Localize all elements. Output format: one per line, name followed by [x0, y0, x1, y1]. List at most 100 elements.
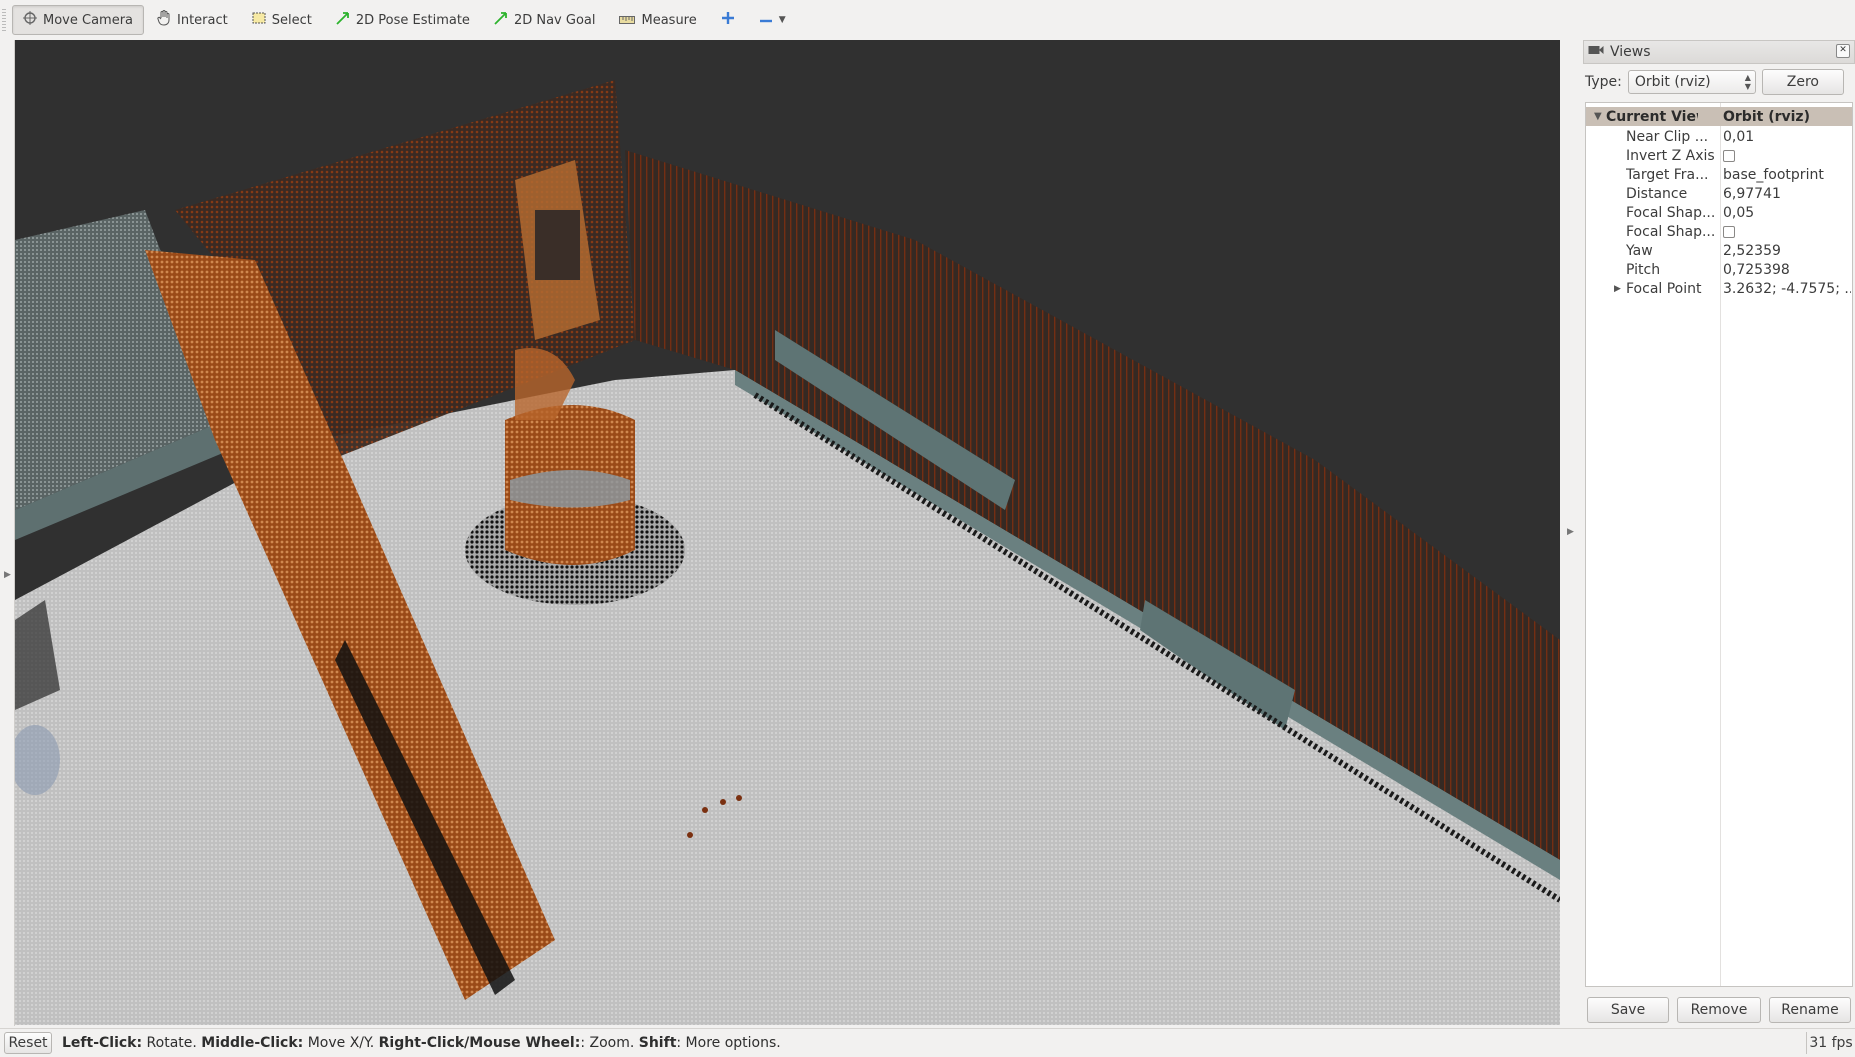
rename-button-label: Rename: [1781, 1002, 1839, 1018]
hint-key: Left-Click:: [62, 1035, 143, 1051]
measure-label: Measure: [641, 12, 697, 28]
views-button-row: Save Remove Rename: [1585, 997, 1853, 1023]
property-row-invert-z[interactable]: Invert Z Axis: [1586, 146, 1852, 165]
property-name: Invert Z Axis: [1626, 147, 1715, 164]
current-view-label: Current View: [1606, 108, 1698, 125]
expand-right-icon[interactable]: ▶: [1614, 284, 1621, 294]
views-panel: Views ✕ Type: Orbit (rviz) ▲ ▼ Zero ▼ Cur…: [1583, 40, 1855, 1026]
spin-arrows-icon: ▲ ▼: [1744, 73, 1751, 91]
interact-tool[interactable]: Interact: [146, 5, 239, 35]
property-value[interactable]: 2,52359: [1723, 243, 1851, 259]
panel-splitter[interactable]: ▶: [1560, 40, 1582, 1026]
property-name: Focal Point: [1626, 280, 1702, 297]
main-toolbar: Move Camera Interact Select 2D Pose Esti…: [0, 0, 1855, 40]
view-type-select[interactable]: Orbit (rviz) ▲ ▼: [1627, 70, 1756, 94]
move-camera-label: Move Camera: [43, 12, 134, 28]
expand-down-icon[interactable]: ▼: [1594, 111, 1602, 122]
select-rect-icon: [252, 12, 266, 28]
property-name: Distance: [1626, 185, 1688, 202]
hand-icon: [157, 10, 171, 30]
property-row-focal-shape-size[interactable]: Focal Shap... 0,05: [1586, 203, 1852, 222]
toolbar-grip[interactable]: [2, 9, 6, 31]
minus-icon: [759, 13, 773, 28]
doorway-opening: [535, 210, 580, 280]
close-icon[interactable]: ✕: [1836, 44, 1850, 58]
property-row-distance[interactable]: Distance 6,97741: [1586, 184, 1852, 203]
hint-key: Middle-Click:: [201, 1035, 304, 1051]
interact-label: Interact: [177, 12, 228, 28]
property-name: Target Fra...: [1626, 166, 1709, 183]
move-camera-icon: [23, 11, 37, 29]
focal-shape-checkbox[interactable]: [1723, 225, 1735, 238]
fps-counter: 31 fps: [1806, 1032, 1855, 1054]
remove-tool-button[interactable]: ▼: [748, 5, 797, 35]
camera-icon: [1588, 44, 1604, 60]
debris-point: [720, 799, 726, 805]
property-value[interactable]: 0,725398: [1723, 262, 1851, 278]
property-name: Focal Shap...: [1626, 204, 1716, 221]
select-label: Select: [271, 12, 312, 28]
render-viewport[interactable]: [15, 40, 1560, 1025]
hint-action: Rotate.: [142, 1035, 202, 1051]
measure-tool[interactable]: Measure: [608, 5, 707, 35]
nav-goal-tool[interactable]: 2D Nav Goal: [483, 5, 607, 35]
debris-point: [736, 795, 742, 801]
zero-button[interactable]: Zero: [1761, 69, 1844, 95]
views-panel-title: Views: [1610, 44, 1651, 60]
pose-estimate-tool[interactable]: 2D Pose Estimate: [325, 5, 481, 35]
zero-button-label: Zero: [1786, 74, 1819, 90]
save-button-label: Save: [1610, 1002, 1646, 1018]
tree-header-current-view[interactable]: ▼ Current View Orbit (rviz): [1586, 107, 1852, 126]
select-tool[interactable]: Select: [241, 5, 323, 35]
mouse-hint-text: Left-Click: Rotate. Middle-Click: Move X…: [62, 1035, 781, 1051]
plus-icon: [721, 11, 735, 29]
property-value[interactable]: 0,05: [1723, 205, 1851, 221]
reset-button-label: Reset: [8, 1035, 48, 1051]
hint-action: : More options.: [676, 1035, 781, 1051]
pose-arrow-icon: [336, 11, 350, 29]
pose-estimate-label: 2D Pose Estimate: [355, 12, 470, 28]
collapse-right-icon[interactable]: ▶: [1567, 527, 1574, 537]
property-name: Near Clip ...: [1626, 128, 1709, 145]
hint-action: : Zoom.: [580, 1035, 639, 1051]
ruler-icon: [619, 13, 636, 28]
views-panel-title-bar[interactable]: Views ✕: [1583, 40, 1855, 64]
chevron-down-icon: ▼: [778, 15, 786, 25]
property-value[interactable]: 0,01: [1723, 129, 1851, 145]
property-name: Yaw: [1626, 242, 1653, 259]
debris-point: [702, 807, 708, 813]
property-row-yaw[interactable]: Yaw 2,52359: [1586, 241, 1852, 260]
type-label: Type:: [1585, 74, 1622, 90]
remove-button[interactable]: Remove: [1677, 997, 1761, 1023]
property-value[interactable]: base_footprint: [1723, 167, 1851, 183]
property-row-focal-shape-fixed[interactable]: Focal Shap...: [1586, 222, 1852, 241]
point-cloud-scene: [15, 80, 1560, 1025]
collapse-left-icon[interactable]: ▶: [4, 570, 11, 580]
reset-button[interactable]: Reset: [4, 1032, 52, 1054]
hint-action: Move X/Y.: [303, 1035, 379, 1051]
status-bar: Reset Left-Click: Rotate. Middle-Click: …: [0, 1028, 1855, 1057]
property-value[interactable]: 6,97741: [1723, 186, 1851, 202]
property-row-near-clip[interactable]: Near Clip ... 0,01: [1586, 127, 1852, 146]
view-type-row: Type: Orbit (rviz) ▲ ▼ Zero: [1583, 64, 1855, 100]
cylinder-band: [510, 470, 630, 508]
hint-key: Right-Click/Mouse Wheel:: [378, 1035, 581, 1051]
remove-button-label: Remove: [1690, 1002, 1748, 1018]
add-tool-button[interactable]: [710, 5, 746, 35]
rename-button[interactable]: Rename: [1769, 997, 1851, 1023]
hint-key: Shift: [638, 1035, 677, 1051]
left-dock-strip[interactable]: ▶: [0, 40, 15, 1026]
save-button[interactable]: Save: [1587, 997, 1669, 1023]
current-view-value: Orbit (rviz): [1723, 108, 1810, 125]
nav-goal-label: 2D Nav Goal: [513, 12, 596, 28]
property-row-pitch[interactable]: Pitch 0,725398: [1586, 260, 1852, 279]
move-camera-tool[interactable]: Move Camera: [12, 5, 145, 35]
invert-z-checkbox[interactable]: [1723, 149, 1735, 162]
property-row-target-frame[interactable]: Target Fra... base_footprint: [1586, 165, 1852, 184]
property-name: Pitch: [1626, 261, 1661, 278]
view-type-value: Orbit (rviz): [1634, 74, 1711, 90]
view-properties-tree[interactable]: ▼ Current View Orbit (rviz) Near Clip ..…: [1585, 102, 1853, 987]
property-row-focal-point[interactable]: ▶ Focal Point 3.2632; -4.7575; ...: [1586, 279, 1852, 298]
debris-point: [687, 832, 693, 838]
property-value[interactable]: 3.2632; -4.7575; ...: [1723, 281, 1851, 297]
